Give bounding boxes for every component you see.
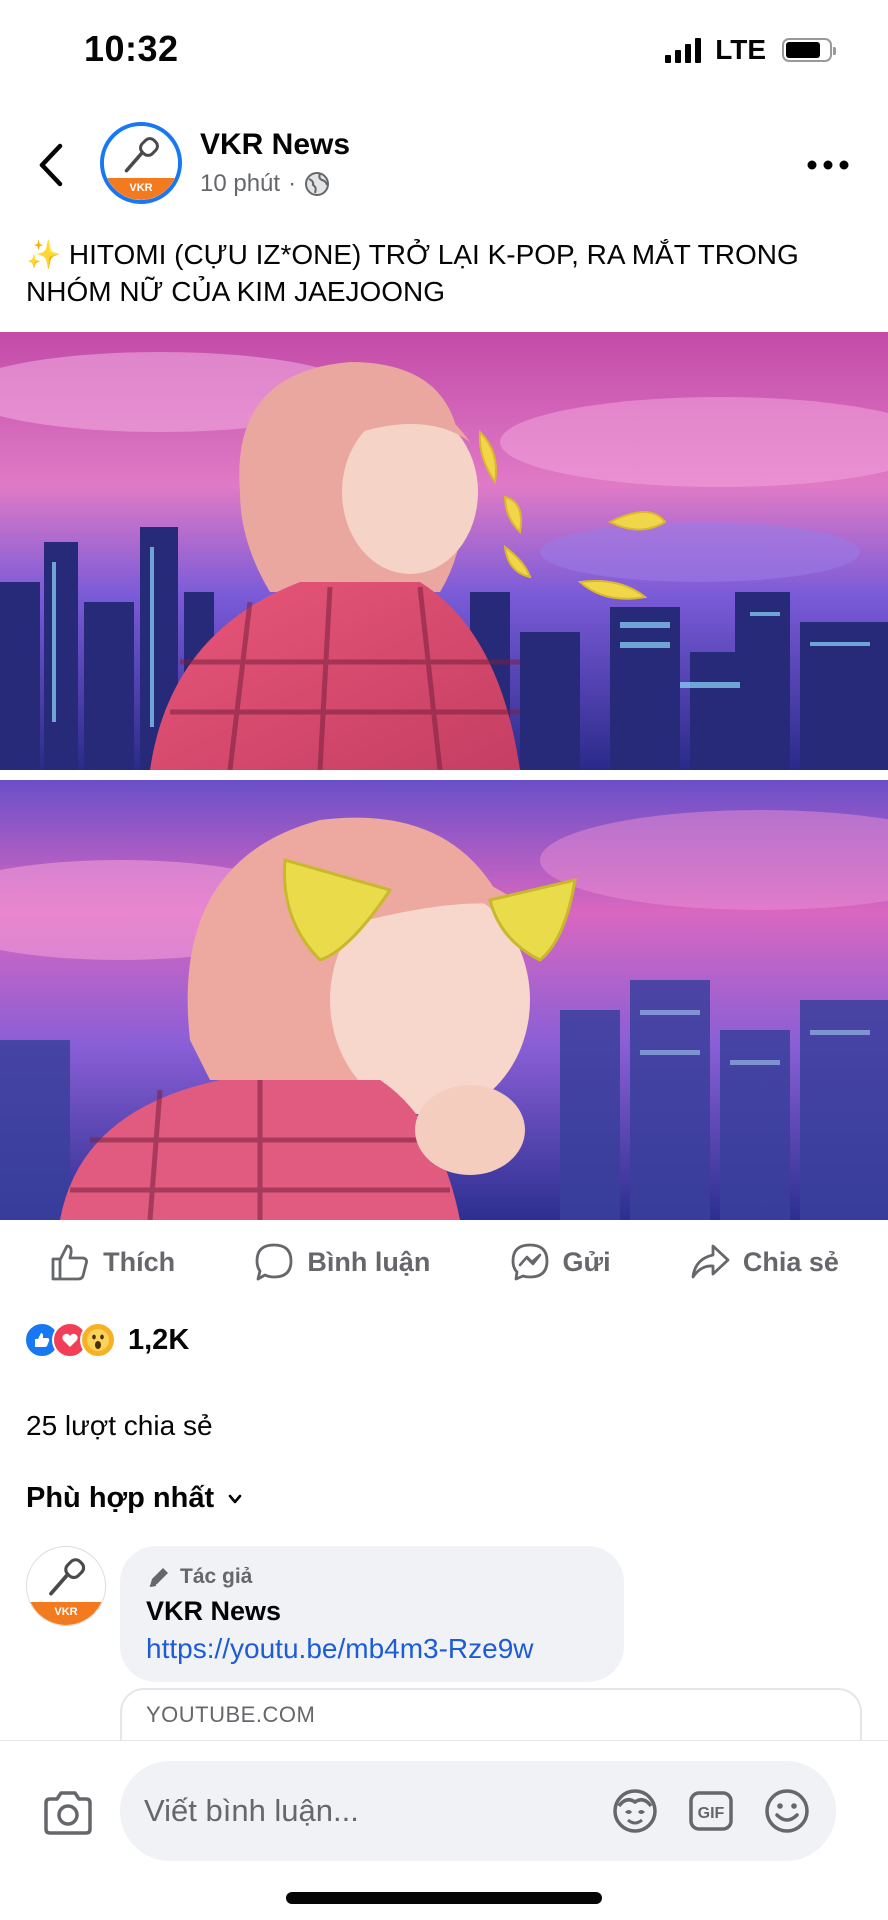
post-photo-1[interactable] [0, 332, 888, 770]
reaction-count: 1,2K [128, 1323, 190, 1356]
page-name[interactable]: VKR News [200, 128, 350, 162]
comment-sort-dropdown[interactable]: Phù hợp nhất [26, 1482, 244, 1515]
comment-label: Bình luận [307, 1246, 431, 1277]
send-label: Gửi [562, 1246, 611, 1277]
signal-icon [665, 37, 702, 63]
more-options-icon[interactable] [804, 150, 852, 180]
chevron-down-icon [228, 1494, 242, 1503]
sparkles-icon: ✨ [26, 239, 61, 270]
comment-input-placeholder: Viết bình luận... [144, 1793, 359, 1828]
comment-author-avatar[interactable]: VKR [26, 1546, 106, 1626]
avatar-sticker-icon[interactable] [610, 1786, 660, 1836]
reaction-icons [24, 1322, 116, 1358]
thumbs-up-icon [51, 1244, 89, 1281]
avatar-brand-text: VKR [27, 1601, 105, 1625]
like-button[interactable]: Thích [49, 1241, 175, 1283]
comment-link[interactable]: https://youtu.be/mb4m3-Rze9w [146, 1633, 598, 1665]
post-caption: ✨ HITOMI (CỰU IZ*ONE) TRỞ LẠI K-POP, RA M… [26, 236, 862, 310]
comment-button[interactable]: Bình luận [253, 1241, 430, 1283]
photo-2-image [0, 780, 888, 1220]
microphone-icon [49, 1558, 86, 1596]
meta-separator: · [288, 170, 297, 197]
back-arrow-icon[interactable] [32, 140, 72, 190]
post-header: VKR VKR News 10 phút · [0, 110, 888, 220]
link-preview-domain: YOUTUBE.COM [146, 1702, 316, 1727]
composer-icons: GIF [610, 1786, 812, 1836]
post-photo-2[interactable] [0, 780, 888, 1220]
comment-author-name[interactable]: VKR News [146, 1596, 598, 1627]
send-button[interactable]: Gửi [509, 1241, 611, 1283]
globe-icon [305, 172, 330, 196]
post-meta: 10 phút · [200, 170, 330, 198]
post-action-bar: Thích Bình luận Gửi Chia sẻ [0, 1226, 888, 1298]
shares-count[interactable]: 25 lượt chia sẻ [26, 1410, 213, 1442]
like-label: Thích [103, 1246, 176, 1277]
messenger-icon [511, 1243, 548, 1281]
svg-text:GIF: GIF [698, 1805, 725, 1822]
post-time[interactable]: 10 phút [200, 170, 280, 198]
author-badge-label: Tác giả [180, 1565, 253, 1588]
battery-icon [782, 38, 836, 62]
reactions-summary[interactable]: 1,2K [24, 1322, 189, 1358]
caption-text: HITOMI (CỰU IZ*ONE) TRỞ LẠI K-POP, RA MẮ… [26, 239, 799, 307]
share-button[interactable]: Chia sẻ [689, 1241, 839, 1283]
pen-icon [149, 1568, 168, 1587]
status-time: 10:32 [84, 28, 179, 69]
home-indicator[interactable] [286, 1892, 602, 1904]
share-arrow-icon [691, 1244, 730, 1279]
author-badge: Tác giả [146, 1564, 598, 1590]
page-avatar[interactable]: VKR [100, 122, 182, 204]
share-label: Chia sẻ [742, 1246, 839, 1277]
camera-icon[interactable] [40, 1785, 96, 1841]
emoji-icon[interactable] [762, 1786, 812, 1836]
microphone-icon [125, 136, 160, 173]
wow-reaction-icon [80, 1322, 116, 1358]
avatar-brand-text: VKR [104, 177, 178, 200]
comment-input[interactable]: Viết bình luận... GIF [120, 1761, 836, 1861]
status-indicators: LTE [665, 34, 836, 66]
network-label: LTE [715, 34, 766, 65]
status-bar: 10:32 LTE [0, 0, 888, 100]
photo-1-image [0, 332, 888, 770]
facebook-post-screen: 10:32 LTE VKR VKR News 10 phút · ✨ HITOM… [0, 0, 888, 1920]
comment-bubble[interactable]: Tác giả VKR News https://youtu.be/mb4m3-… [120, 1546, 624, 1682]
gif-icon[interactable]: GIF [686, 1786, 736, 1836]
sort-label: Phù hợp nhất [26, 1482, 215, 1514]
comment-bubble-icon [255, 1243, 293, 1281]
